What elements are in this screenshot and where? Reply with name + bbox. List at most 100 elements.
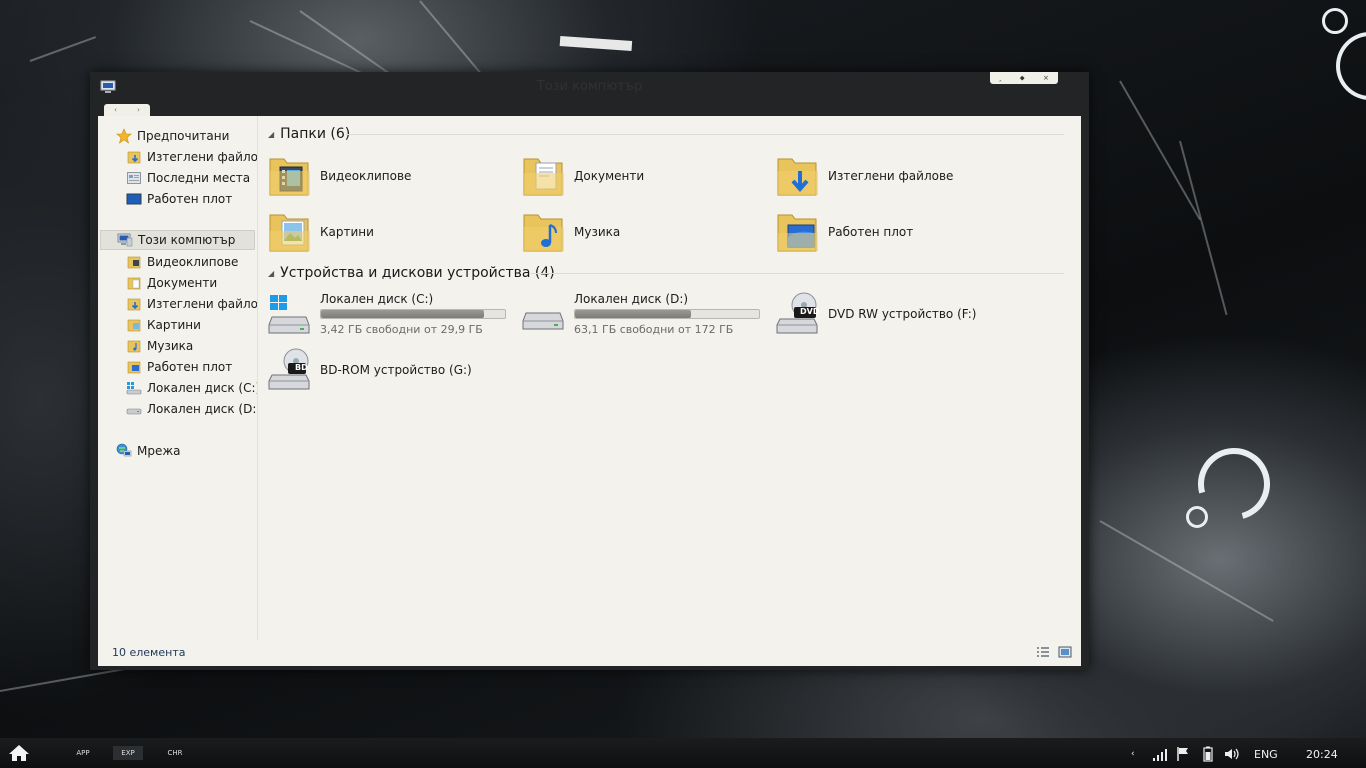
navigation-pane: Предпочитани Изтеглени файлове Последни … <box>98 116 258 640</box>
sidebar-item-label: Предпочитани <box>137 129 230 143</box>
battery-icon[interactable] <box>1200 746 1216 762</box>
system-drive-icon <box>268 295 310 334</box>
large-icons-view-icon[interactable] <box>1058 646 1072 658</box>
minimize-button[interactable]: ‸ <box>999 74 1001 82</box>
folder-label: Документи <box>574 169 645 183</box>
videos-folder-icon <box>269 158 310 196</box>
group-title: Папки (6) <box>280 126 351 142</box>
drive-label: DVD RW устройство (F:) <box>828 307 977 321</box>
documents-folder-icon <box>523 158 564 196</box>
sidebar-item-label: Този компютър <box>138 233 236 247</box>
drive-g-bd[interactable]: BD BD-ROM устройство (G:) <box>268 345 508 395</box>
sidebar-item-drive-d[interactable]: Локален диск (D:) <box>126 399 257 419</box>
sidebar-item-label: Работен плот <box>147 192 233 206</box>
pictures-folder-icon <box>269 214 310 252</box>
drive-icon <box>126 401 142 417</box>
maximize-button[interactable]: ⬥ <box>1020 74 1025 83</box>
system-drive-icon <box>126 380 142 396</box>
sidebar-item-label: Видеоклипове <box>147 255 239 269</box>
sidebar-item-documents[interactable]: Документи <box>126 273 257 293</box>
flag-icon[interactable] <box>1176 746 1190 762</box>
status-bar: 10 елемента <box>98 640 1081 666</box>
group-title: Устройства и дискови устройства (4) <box>280 265 555 281</box>
desktop-icon <box>126 191 142 207</box>
explorer-window: Този компютър ‸ ⬥ × ‹ › Предпочитани Изт… <box>90 72 1089 670</box>
sidebar-item-downloads[interactable]: Изтеглени файлове <box>126 147 257 167</box>
folder-videos[interactable]: Видеоклипове <box>268 151 508 201</box>
desktop-folder-icon <box>126 359 142 375</box>
sidebar-item-drive-c[interactable]: Локален диск (C:) <box>126 378 257 398</box>
window-title: Този компютър <box>536 79 643 94</box>
drive-icon <box>522 312 564 330</box>
details-view-icon[interactable] <box>1036 646 1050 658</box>
recent-places-icon <box>126 170 142 186</box>
folder-label: Работен плот <box>828 225 914 239</box>
drive-f-dvd[interactable]: DVD DVD RW устройство (F:) <box>776 289 1046 339</box>
home-icon[interactable] <box>8 744 30 762</box>
folder-label: Видеоклипове <box>320 169 412 183</box>
folder-label: Музика <box>574 225 621 239</box>
network-icon <box>116 443 132 459</box>
sidebar-item-label: Работен плот <box>147 360 233 374</box>
volume-icon[interactable] <box>1224 746 1240 762</box>
desktop-folder-icon <box>777 214 818 252</box>
bd-badge: BD <box>295 363 308 372</box>
drive-usage-fill <box>321 310 485 318</box>
tray-overflow-button[interactable]: ‹ <box>1131 746 1135 762</box>
explorer-content: Предпочитани Изтеглени файлове Последни … <box>98 116 1081 666</box>
taskbar-app-chrome[interactable]: CHR <box>160 746 190 760</box>
taskbar-app-app[interactable]: APP <box>68 746 98 760</box>
folder-downloads[interactable]: Изтеглени файлове <box>776 151 1046 201</box>
sidebar-item-desktop[interactable]: Работен плот <box>126 189 257 209</box>
documents-folder-icon <box>126 275 142 291</box>
folder-label: Картини <box>320 225 374 239</box>
title-bar[interactable]: Този компютър ‸ ⬥ × ‹ › <box>90 72 1089 116</box>
devices-group-header[interactable]: ◢ Устройства и дискови устройства (4) <box>268 263 555 283</box>
music-folder-icon <box>126 338 142 354</box>
drive-c[interactable]: Локален диск (C:) 3,42 ГБ свободни от 29… <box>268 289 508 339</box>
sidebar-item-label: Изтеглени файлове <box>147 297 257 311</box>
language-indicator[interactable]: ENG <box>1254 746 1278 762</box>
window-controls: ‸ ⬥ × <box>990 72 1058 84</box>
forward-button[interactable]: › <box>137 106 140 114</box>
signal-icon[interactable] <box>1152 746 1168 762</box>
folder-label: Изтеглени файлове <box>828 169 954 183</box>
pictures-folder-icon <box>126 317 142 333</box>
sidebar-item-downloads-pc[interactable]: Изтеглени файлове <box>126 294 257 314</box>
dvd-badge: DVD <box>800 307 820 316</box>
folder-documents[interactable]: Документи <box>522 151 762 201</box>
folder-desktop[interactable]: Работен плот <box>776 207 1046 257</box>
close-button[interactable]: × <box>1043 74 1049 82</box>
sidebar-item-favorites[interactable]: Предпочитани <box>116 126 229 146</box>
sidebar-item-recent-places[interactable]: Последни места <box>126 168 257 188</box>
drive-usage-fill <box>575 310 692 318</box>
downloads-folder-icon <box>126 296 142 312</box>
computer-icon <box>117 232 133 248</box>
sidebar-item-music[interactable]: Музика <box>126 336 257 356</box>
drive-label: Локален диск (C:) <box>320 292 434 306</box>
drive-free-space: 63,1 ГБ свободни от 172 ГБ <box>574 323 734 336</box>
collapse-triangle-icon[interactable]: ◢ <box>268 269 274 278</box>
folders-group-header[interactable]: ◢ Папки (6) <box>268 124 350 144</box>
sidebar-item-label: Локален диск (C:) <box>147 381 257 395</box>
drive-usage-bar <box>320 309 506 319</box>
item-count: 10 елемента <box>112 646 186 659</box>
divider <box>346 134 1064 135</box>
sidebar-item-network[interactable]: Мрежа <box>116 441 181 461</box>
sidebar-item-desktop-pc[interactable]: Работен плот <box>126 357 257 377</box>
folder-pictures[interactable]: Картини <box>268 207 508 257</box>
back-button[interactable]: ‹ <box>114 106 117 114</box>
sidebar-item-label: Документи <box>147 276 218 290</box>
clock[interactable]: 20:24 <box>1306 746 1338 762</box>
sidebar-item-label: Локален диск (D:) <box>147 402 257 416</box>
sidebar-item-label: Мрежа <box>137 444 181 458</box>
drive-d[interactable]: Локален диск (D:) 63,1 ГБ свободни от 17… <box>522 289 772 339</box>
taskbar-app-explorer[interactable]: EXP <box>113 746 143 760</box>
sidebar-item-pictures[interactable]: Картини <box>126 315 257 335</box>
sidebar-item-label: Музика <box>147 339 194 353</box>
sidebar-item-videos[interactable]: Видеоклипове <box>126 252 257 272</box>
sidebar-item-label: Картини <box>147 318 201 332</box>
collapse-triangle-icon[interactable]: ◢ <box>268 130 274 139</box>
sidebar-item-this-pc[interactable]: Този компютър <box>100 230 255 250</box>
folder-music[interactable]: Музика <box>522 207 762 257</box>
